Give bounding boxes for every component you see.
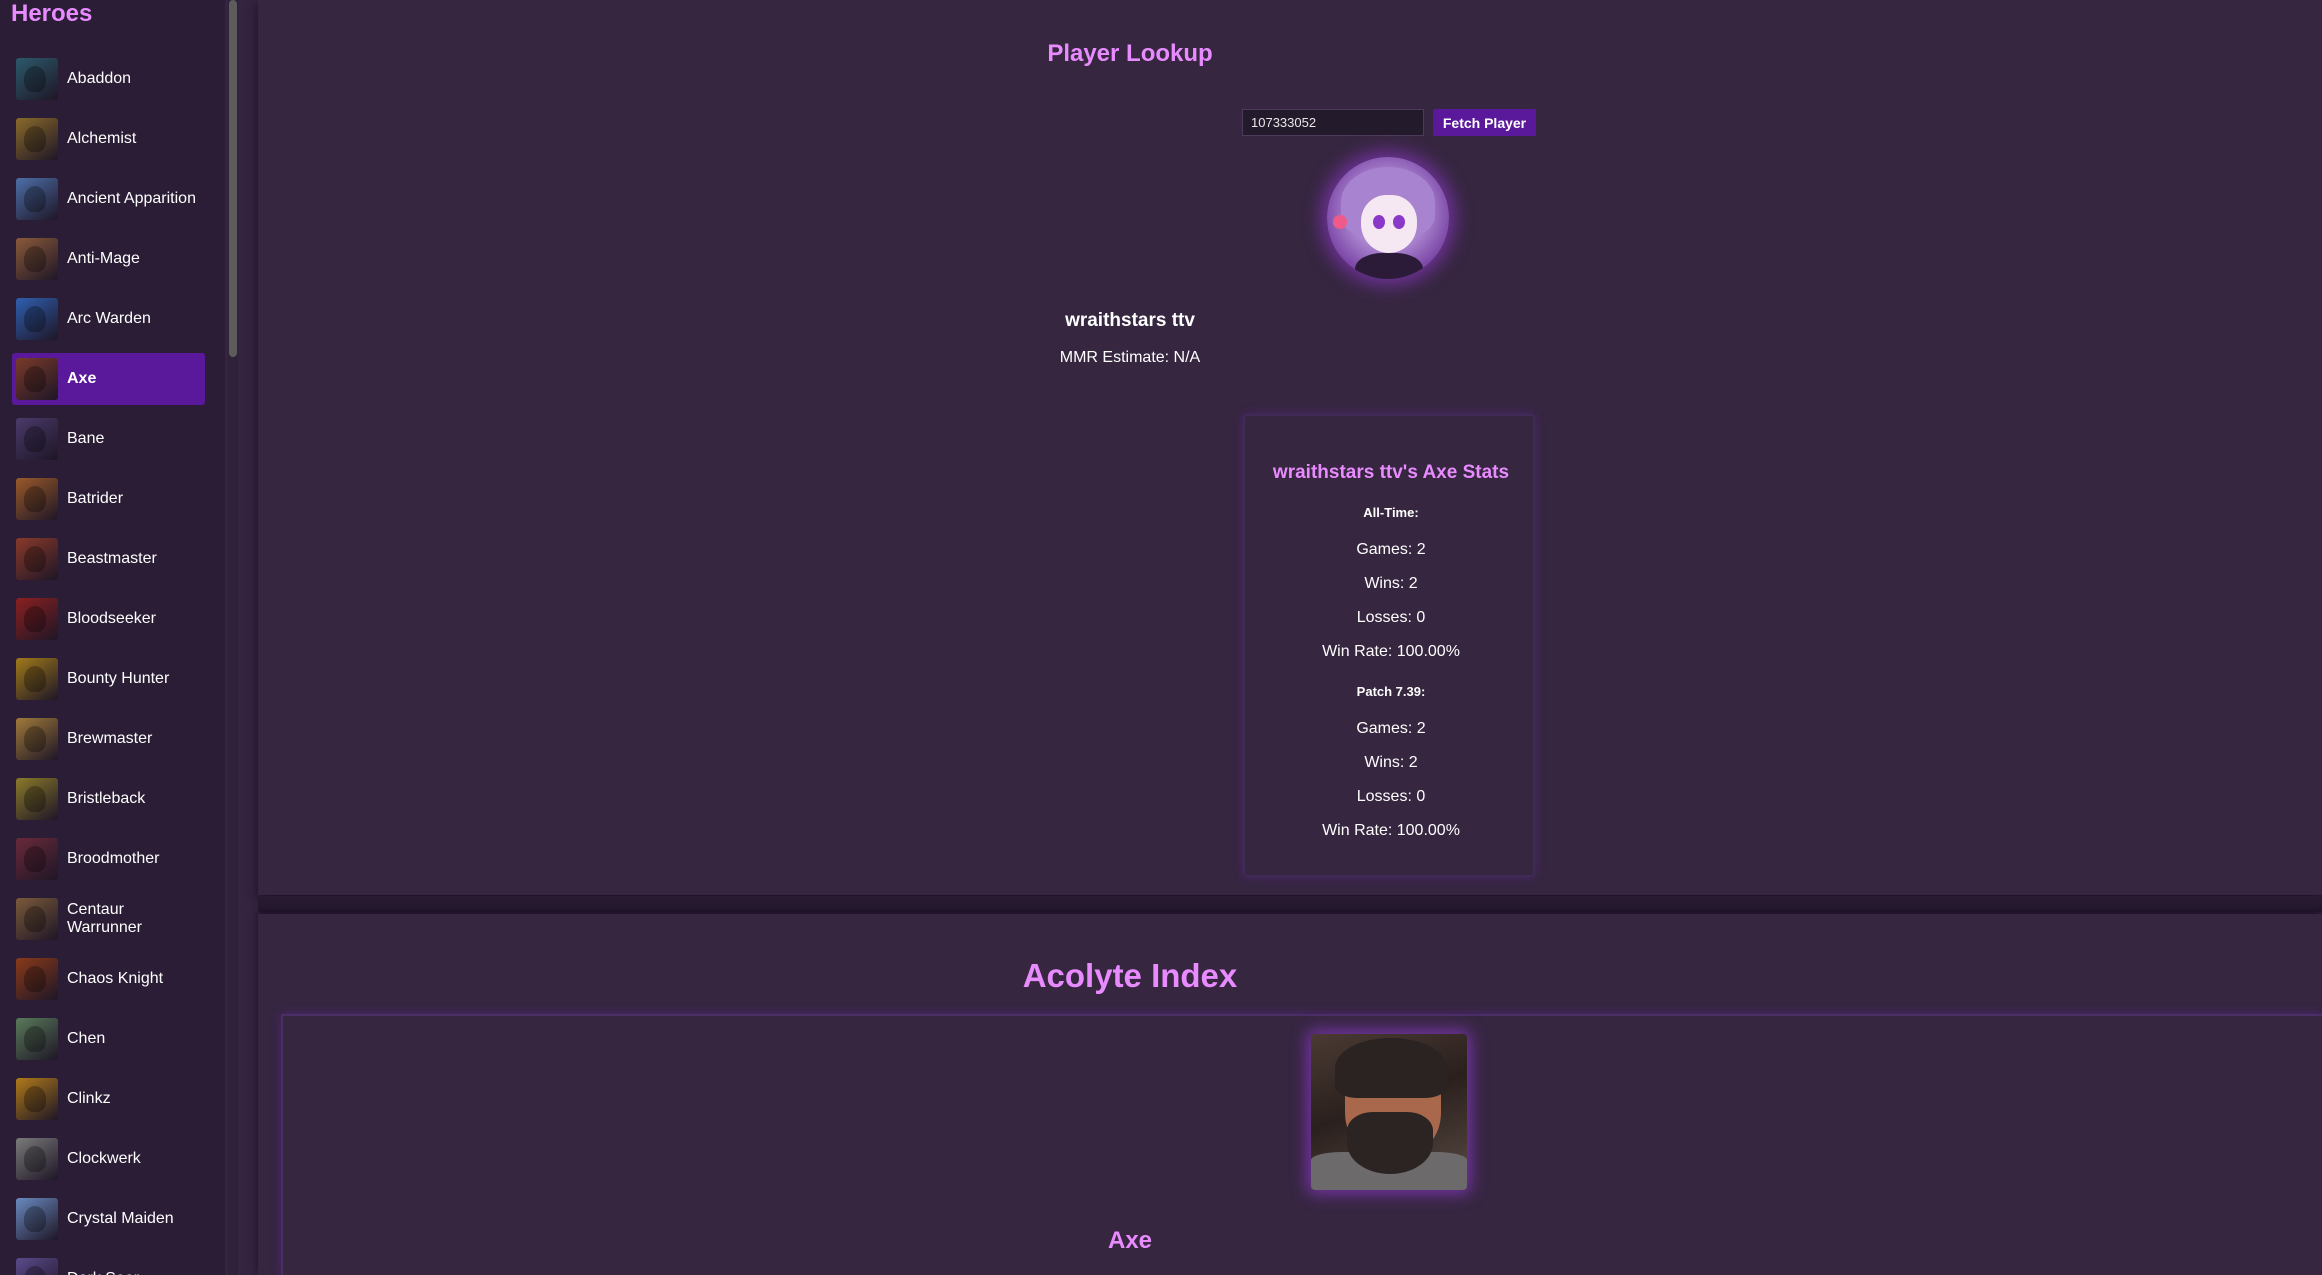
hero-label: Anti-Mage: [67, 250, 140, 267]
all-time-label: All-Time:: [1363, 505, 1419, 520]
sidebar-hero-item[interactable]: Anti-Mage: [12, 233, 205, 285]
acolyte-index-title: Acolyte Index: [1022, 957, 1238, 994]
hero-thumbnail: [16, 658, 58, 700]
hero-stats-card: wraithstars ttv's Axe Stats All-Time: Ga…: [1243, 414, 1535, 877]
hero-label: Bane: [67, 430, 105, 447]
avatar-body: [1355, 253, 1423, 279]
avatar-eye-right: [1393, 215, 1405, 229]
all-time-win-rate: Win Rate: 100.00%: [1322, 643, 1460, 660]
panel-divider: [258, 896, 2322, 912]
patch-label: Patch 7.39:: [1356, 684, 1426, 699]
avatar-face: [1361, 195, 1417, 253]
mmr-estimate: MMR Estimate: N/A: [1059, 349, 1201, 366]
portrait-beard: [1347, 1112, 1433, 1174]
hero-label: Ancient Apparition: [67, 190, 196, 207]
hero-label: Bloodseeker: [67, 610, 156, 627]
hero-thumbnail: [16, 898, 58, 940]
player-name: wraithstars ttv: [1065, 310, 1195, 331]
hero-label: Beastmaster: [67, 550, 157, 567]
hero-label: Bounty Hunter: [67, 670, 170, 687]
stats-card-title: wraithstars ttv's Axe Stats: [1272, 462, 1510, 483]
hero-label: Batrider: [67, 490, 124, 507]
hero-list: Abaddon Alchemist Ancient Apparition Anti-M…: [12, 53, 205, 1275]
sidebar-hero-item[interactable]: Beastmaster: [12, 533, 205, 585]
sidebar-hero-item[interactable]: Brewmaster: [12, 713, 205, 765]
hero-thumbnail: [16, 538, 58, 580]
sidebar-title: Heroes: [11, 0, 93, 27]
hero-label: Bristleback: [67, 790, 146, 807]
hero-thumbnail: [16, 598, 58, 640]
all-time-wins: Wins: 2: [1364, 575, 1418, 592]
sidebar-hero-item[interactable]: Broodmother: [12, 833, 205, 885]
hero-label: Crystal Maiden: [67, 1210, 174, 1227]
hero-thumbnail: [16, 718, 58, 760]
hero-thumbnail: [16, 238, 58, 280]
sidebar-hero-item[interactable]: Clockwerk: [12, 1133, 205, 1185]
sidebar-hero-item[interactable]: Alchemist: [12, 113, 205, 165]
sidebar-hero-item[interactable]: Dark Seer: [12, 1253, 205, 1275]
portrait-hair: [1335, 1038, 1447, 1098]
sidebar-hero-item[interactable]: Bounty Hunter: [12, 653, 205, 705]
hero-thumbnail: [16, 1138, 58, 1180]
hero-thumbnail: [16, 1018, 58, 1060]
sidebar-hero-item[interactable]: Ancient Apparition: [12, 173, 205, 225]
hero-thumbnail: [16, 478, 58, 520]
hero-label: Abaddon: [67, 70, 132, 87]
all-time-games: Games: 2: [1356, 541, 1426, 558]
sidebar-hero-item[interactable]: Bane: [12, 413, 205, 465]
fetch-player-button[interactable]: Fetch Player: [1433, 109, 1536, 136]
hero-thumbnail: [16, 178, 58, 220]
hero-label: Axe: [67, 370, 97, 387]
player-id-input[interactable]: [1242, 109, 1424, 136]
player-avatar: [1327, 157, 1449, 279]
patch-wins: Wins: 2: [1364, 754, 1418, 771]
hero-thumbnail: [16, 118, 58, 160]
hero-portrait: [1311, 1034, 1467, 1190]
sidebar-hero-item[interactable]: Bloodseeker: [12, 593, 205, 645]
hero-thumbnail: [16, 1078, 58, 1120]
hero-label: Brewmaster: [67, 730, 153, 747]
hero-thumbnail: [16, 1258, 58, 1275]
hero-label: Clockwerk: [67, 1150, 141, 1167]
hero-label: Alchemist: [67, 130, 137, 147]
hero-thumbnail: [16, 778, 58, 820]
hero-sidebar: Heroes Abaddon Alchemist Ancient Apparitio…: [0, 0, 225, 1275]
hero-thumbnail: [16, 838, 58, 880]
hero-label: Dark Seer: [67, 1270, 202, 1275]
avatar-eye-left: [1373, 215, 1385, 229]
patch-games: Games: 2: [1356, 720, 1426, 737]
sidebar-hero-item[interactable]: Batrider: [12, 473, 205, 525]
hero-thumbnail: [16, 418, 58, 460]
hero-label: Clinkz: [67, 1090, 111, 1107]
heart-icon: [1333, 215, 1347, 229]
all-time-losses: Losses: 0: [1356, 609, 1426, 626]
sidebar-hero-item[interactable]: Centaur Warrunner: [12, 893, 205, 945]
hero-portrait-name: Axe: [1107, 1227, 1153, 1254]
sidebar-hero-item[interactable]: Bristleback: [12, 773, 205, 825]
hero-label: Centaur Warrunner: [67, 901, 142, 936]
hero-label: Broodmother: [67, 850, 160, 867]
sidebar-hero-item[interactable]: Clinkz: [12, 1073, 205, 1125]
sidebar-hero-item[interactable]: Chen: [12, 1013, 205, 1065]
hero-label: Chen: [67, 1030, 106, 1047]
patch-losses: Losses: 0: [1356, 788, 1426, 805]
player-lookup-title: Player Lookup: [1047, 40, 1213, 67]
patch-win-rate: Win Rate: 100.00%: [1322, 822, 1460, 839]
